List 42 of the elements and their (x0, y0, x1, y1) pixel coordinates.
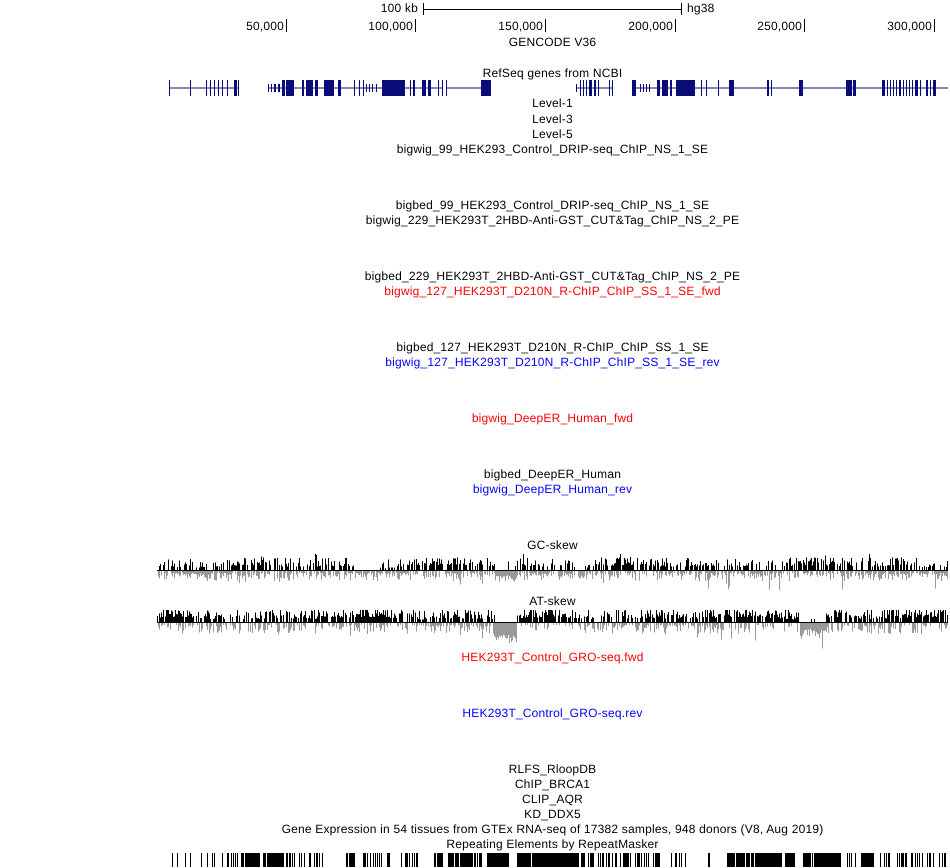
track-label: Repeating Elements by RepeatMasker (446, 837, 659, 852)
track-label: bigwig_DeepER_Human_fwd (472, 411, 634, 426)
track-label: HEK293T_Control_GRO-seq.fwd (461, 650, 644, 664)
track-label: GC-skew (527, 538, 578, 552)
track-label: bigbed_229_HEK293T_2HBD-Anti-GST_CUT&Tag_ChIP_NS_2_PE (364, 268, 740, 283)
gene-model (169, 80, 239, 96)
track-label: AT-skew (529, 594, 576, 608)
track-label: ChIP_BRCA1 (514, 776, 590, 791)
track-label: Gene Expression in 54 tissues from GTEx RNA-seq of 17382 samples, 948 donors (V8, Aug 2019) (282, 822, 824, 836)
position-label: 50,000 (246, 19, 284, 33)
axis-tick (675, 19, 676, 32)
track-label: RefSeq genes from NCBI (482, 66, 622, 80)
track-label: KD_DDX5 (524, 807, 581, 822)
track-label: RLFS_RloopDB (508, 762, 596, 776)
scale-label: 100 kb (380, 1, 418, 17)
track-label: bigwig_99_HEK293_Control_DRIP-seq_ChIP_NS_1_SE (396, 142, 708, 156)
track-label: bigbed_DeepER_Human (484, 466, 622, 481)
axis-tick (545, 19, 546, 32)
track-label: bigbed_127_HEK293T_D210N_R-ChIP_ChIP_SS_1_SE (396, 340, 709, 354)
track-label: bigwig_127_HEK293T_D210N_R-ChIP_ChIP_SS_1_SE_rev (385, 355, 720, 370)
gene-model (576, 80, 613, 96)
track-label: bigwig_229_HEK293T_2HBD-Anti-GST_CUT&Tag_ChIP_NS_2_PE (366, 213, 740, 228)
assembly-label: hg38 (687, 1, 714, 17)
track-label: Level-3 (532, 112, 573, 126)
track-label: CLIP_AQR (522, 792, 583, 806)
axis-tick (804, 19, 805, 32)
axis-tick (415, 19, 416, 32)
track-label: HEK293T_Control_GRO-seq.rev (462, 706, 643, 720)
track-label: GENCODE V36 (508, 35, 596, 49)
track-label: bigwig_127_HEK293T_D210N_R-ChIP_ChIP_SS_1_SE_fwd (384, 284, 721, 298)
position-label: 250,000 (757, 19, 802, 33)
axis-tick (286, 19, 287, 32)
track-label: bigbed_99_HEK293_Control_DRIP-seq_ChIP_NS_1_SE (396, 198, 710, 212)
position-label: 200,000 (628, 19, 673, 33)
position-label: 100,000 (368, 19, 413, 33)
track-label: Level-1 (532, 96, 573, 110)
position-label: 300,000 (887, 19, 932, 33)
track-label: bigwig_DeepER_Human_rev (472, 482, 632, 496)
track-label: Level-5 (532, 126, 573, 141)
gene-model (446, 80, 491, 96)
position-label: 150,000 (498, 19, 543, 33)
axis-tick (934, 19, 935, 32)
